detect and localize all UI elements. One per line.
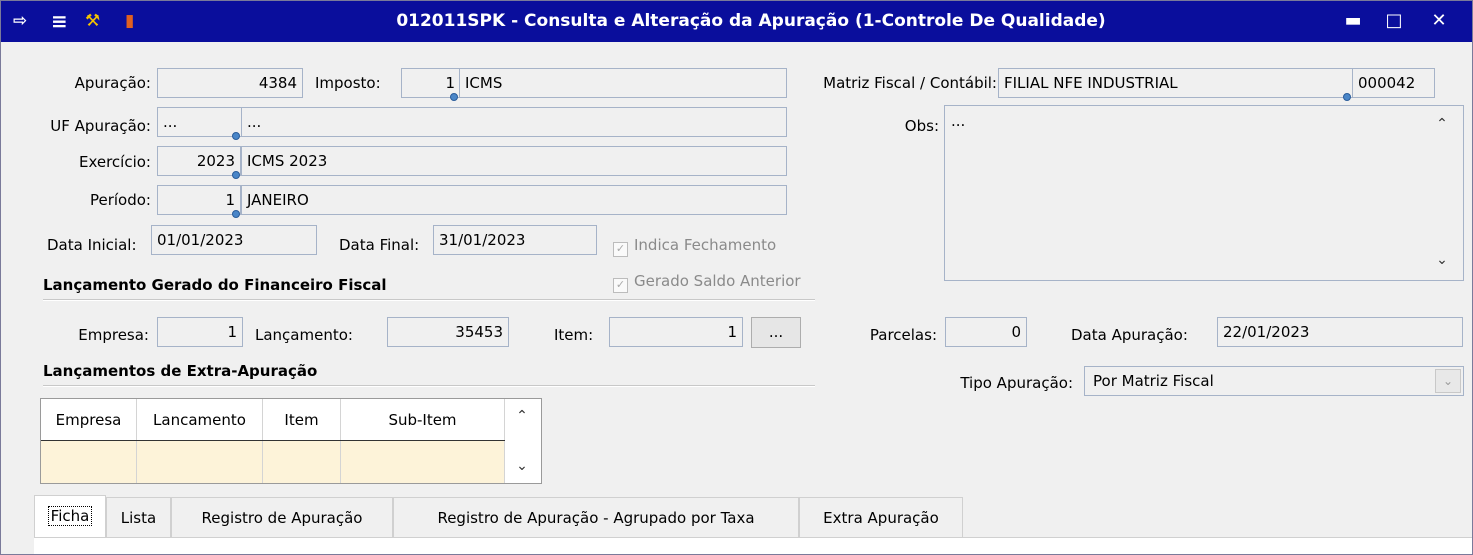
table-row[interactable] xyxy=(41,441,137,483)
scroll-up-icon[interactable]: ⌃ xyxy=(511,405,533,427)
indica-fechamento-checkbox[interactable]: ✓ Indica Fechamento xyxy=(613,235,776,257)
scroll-down-icon[interactable]: ⌄ xyxy=(1431,249,1453,271)
menu-icon[interactable]: ⇨ xyxy=(13,11,27,31)
scroll-up-icon[interactable]: ⌃ xyxy=(1431,113,1453,135)
lancamento-section-title: Lançamento Gerado do Financeiro Fiscal xyxy=(43,276,387,294)
table-row[interactable] xyxy=(263,441,341,483)
book-icon[interactable]: ▮ xyxy=(125,11,134,31)
checkmark-icon: ✓ xyxy=(613,242,628,257)
traffic-light-icon[interactable]: ≡ xyxy=(51,11,68,31)
title-bar: ⇨ ≡ ⚒ ▮ 012011SPK - Consulta e Alteração… xyxy=(1,1,1472,42)
matriz-name-field[interactable]: FILIAL NFE INDUSTRIAL xyxy=(998,68,1354,98)
data-inicial-label: Data Inicial: xyxy=(47,236,137,254)
uf-code-field[interactable]: ... xyxy=(157,107,243,137)
lookup-icon[interactable] xyxy=(232,210,240,218)
parcelas-field[interactable]: 0 xyxy=(945,317,1027,347)
tab-ficha[interactable]: Ficha xyxy=(34,495,106,539)
periodo-code-field[interactable]: 1 xyxy=(157,185,241,215)
apuracao-label: Apuração: xyxy=(74,74,151,92)
tab-registro-apuracao[interactable]: Registro de Apuração xyxy=(171,497,393,537)
exercicio-code-field[interactable]: 2023 xyxy=(157,146,241,176)
section-divider xyxy=(43,385,815,387)
table-row[interactable] xyxy=(341,441,505,483)
item-label: Item: xyxy=(554,326,594,344)
tipo-apuracao-value: Por Matriz Fiscal xyxy=(1093,372,1214,390)
chevron-down-icon[interactable]: ⌄ xyxy=(1435,369,1461,393)
wrench-icon[interactable]: ⚒ xyxy=(85,11,100,31)
item-field[interactable]: 1 xyxy=(609,317,743,347)
imposto-label: Imposto: xyxy=(315,74,381,92)
matriz-label: Matriz Fiscal / Contábil: xyxy=(823,74,997,92)
maximize-icon[interactable]: □ xyxy=(1379,8,1409,34)
exercicio-label: Exercício: xyxy=(78,153,151,171)
periodo-label: Período: xyxy=(89,191,151,209)
lookup-icon[interactable] xyxy=(232,132,240,140)
data-inicial-field[interactable]: 01/01/2023 xyxy=(151,225,317,255)
more-button[interactable]: ... xyxy=(751,317,801,348)
window: ⇨ ≡ ⚒ ▮ 012011SPK - Consulta e Alteração… xyxy=(0,0,1473,555)
obs-memo[interactable]: ... xyxy=(944,105,1464,281)
imposto-name-field[interactable]: ICMS xyxy=(459,68,787,98)
apuracao-field[interactable]: 4384 xyxy=(157,68,303,98)
column-header-sub-item[interactable]: Sub-Item xyxy=(341,399,505,441)
tipo-apuracao-label: Tipo Apuração: xyxy=(960,374,1073,392)
tab-lista[interactable]: Lista xyxy=(106,497,171,537)
column-header-item[interactable]: Item xyxy=(263,399,341,441)
column-header-empresa[interactable]: Empresa xyxy=(41,399,137,441)
checkmark-icon: ✓ xyxy=(613,278,628,293)
uf-name-field[interactable]: ... xyxy=(241,107,787,137)
tab-extra-apuracao[interactable]: Extra Apuração xyxy=(799,497,963,537)
table-row[interactable] xyxy=(137,441,263,483)
data-apuracao-field[interactable]: 22/01/2023 xyxy=(1217,317,1463,347)
gerado-saldo-checkbox[interactable]: ✓ Gerado Saldo Anterior xyxy=(613,271,801,293)
lancamento-field[interactable]: 35453 xyxy=(387,317,509,347)
obs-label: Obs: xyxy=(904,117,939,135)
minimize-icon[interactable]: ▬ xyxy=(1338,8,1368,34)
periodo-name-field[interactable]: JANEIRO xyxy=(241,185,787,215)
tab-registro-agrupado[interactable]: Registro de Apuração - Agrupado por Taxa xyxy=(393,497,799,537)
column-header-lancamento[interactable]: Lancamento xyxy=(137,399,263,441)
extra-apuracao-grid[interactable]: Empresa Lancamento Item Sub-Item ⌃ ⌄ xyxy=(40,398,542,484)
section-divider xyxy=(43,299,815,301)
scroll-down-icon[interactable]: ⌄ xyxy=(511,455,533,477)
empresa-field[interactable]: 1 xyxy=(157,317,243,347)
lookup-icon[interactable] xyxy=(450,93,458,101)
data-final-label: Data Final: xyxy=(339,236,420,254)
empresa-label: Empresa: xyxy=(78,326,149,344)
uf-label: UF Apuração: xyxy=(50,117,151,135)
lancamento-label: Lançamento: xyxy=(255,326,353,344)
tab-panel xyxy=(34,537,1472,554)
matriz-code-field[interactable]: 000042 xyxy=(1352,68,1435,98)
obs-text: ... xyxy=(951,112,966,130)
extra-section-title: Lançamentos de Extra-Apuração xyxy=(43,362,318,380)
lookup-icon[interactable] xyxy=(1343,93,1351,101)
lookup-icon[interactable] xyxy=(232,171,240,179)
window-title: 012011SPK - Consulta e Alteração da Apur… xyxy=(396,11,1106,31)
data-final-field[interactable]: 31/01/2023 xyxy=(433,225,597,255)
tipo-apuracao-select[interactable]: Por Matriz Fiscal ⌄ xyxy=(1084,366,1464,396)
data-apuracao-label: Data Apuração: xyxy=(1071,326,1188,344)
exercicio-name-field[interactable]: ICMS 2023 xyxy=(241,146,787,176)
parcelas-label: Parcelas: xyxy=(869,326,937,344)
close-icon[interactable]: ✕ xyxy=(1424,8,1454,34)
